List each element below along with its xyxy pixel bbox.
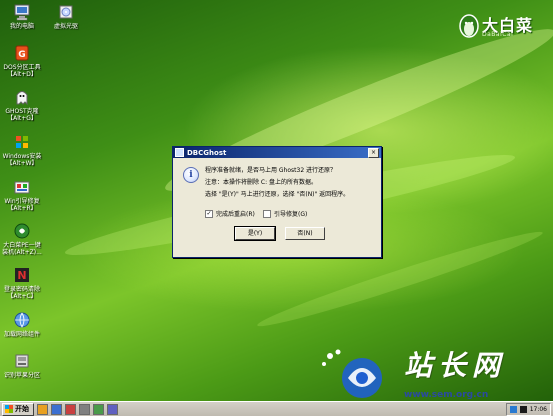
desktop-icon-password-clear[interactable]: N 登录密码清除 【Alt+C】 [2,266,42,300]
dialog-message-line1: 程序准备就绪，是否马上用 Ghost32 进行还原？ [205,167,337,174]
site-watermark: 站长网 www.sem.org.cn [318,344,550,402]
desktop-icon-windows-install[interactable]: Windows安装 【Alt+W】 [2,133,42,167]
network-icon [13,311,31,329]
logo-subtitle: DaBaiCai [482,31,514,38]
dialog-title-bar[interactable]: DBCGhost × [173,147,381,158]
dabaicai-logo: 大白菜 DaBaiCai [458,10,550,40]
repair-checkbox-box[interactable] [263,209,271,218]
watermark-url: www.sem.org.cn [404,390,489,400]
desktop-icon-onekey-install[interactable]: 大白菜PE一键 装机(Alt+Z)... [2,222,42,256]
apple-partition-icon [13,352,31,370]
quicklaunch-folder-icon[interactable] [37,403,48,415]
info-icon: i [183,167,199,183]
quicklaunch-tool-icon[interactable] [65,403,76,415]
quicklaunch-window-icon[interactable] [107,403,118,415]
virtual-drive-icon [57,3,75,21]
desktop-icon-boot-repair[interactable]: Win引导修复 【Alt+R】 [2,178,42,212]
yes-button[interactable]: 是(Y) [234,226,276,241]
repair-checkbox[interactable]: 引导修复(G) [263,209,307,218]
start-label: 开始 [15,405,29,413]
quicklaunch-app-icon[interactable] [93,403,104,415]
start-button[interactable]: 开始 [2,402,34,416]
svg-text:N: N [17,269,26,282]
dos-partition-icon: G [13,44,31,62]
desktop-icon-apple-partition[interactable]: 识别苹果分区 [2,352,42,379]
cabbage-logo-icon [459,14,479,38]
dialog-title: DBCGhost [187,148,227,157]
restart-checkbox-box[interactable]: ✓ [205,209,213,218]
quicklaunch-disk-icon[interactable] [79,403,90,415]
desktop-icon-my-computer[interactable]: 我的电脑 [2,3,42,30]
close-button[interactable]: × [368,147,379,158]
watermark-logo-icon [322,349,382,398]
repair-checkbox-label: 引导修复(G) [274,211,308,218]
ghost-icon [13,88,31,106]
onekey-install-icon [13,222,31,240]
windows-install-icon [13,133,31,151]
clock[interactable]: 17:06 [530,406,547,413]
desktop-icon-network[interactable]: 加载网络组件 [2,311,42,338]
desktop-icon-virtual-drive[interactable]: 虚拟光驱 [46,3,86,30]
restart-checkbox-label: 完成后重启(R) [216,211,255,218]
quicklaunch-explorer-icon[interactable] [51,403,62,415]
no-button[interactable]: 否(N) [285,227,325,240]
restart-checkbox[interactable]: ✓ 完成后重启(R) [205,209,255,218]
desktop-icon-ghost[interactable]: GHOST克隆 【Alt+G】 [2,88,42,122]
taskbar: 开始 17:06 [0,401,553,416]
svg-text:G: G [18,50,25,60]
tray-network-icon[interactable] [509,406,517,413]
desktop-icon-dos-partition[interactable]: G DOS分区工具 【Alt+D】 [2,44,42,78]
boot-repair-icon [13,178,31,196]
app-icon [175,148,184,157]
tray-app-icon[interactable] [519,406,527,413]
dialog-message-line3: 选择 "是(Y)" 马上进行还原，选择 "否(N)" 返回程序。 [205,191,350,198]
system-tray: 17:06 [505,403,551,416]
watermark-text: 站长网 [404,349,507,382]
password-clear-icon: N [13,266,31,284]
my-computer-icon [13,3,31,21]
windows-logo-icon [5,405,13,413]
dialog-message-line2: 注意：本操作将删除 C: 盘上的所有数据。 [205,179,318,186]
dbcghost-dialog: DBCGhost × i 程序准备就绪，是否马上用 Ghost32 进行还原？ … [172,146,382,258]
